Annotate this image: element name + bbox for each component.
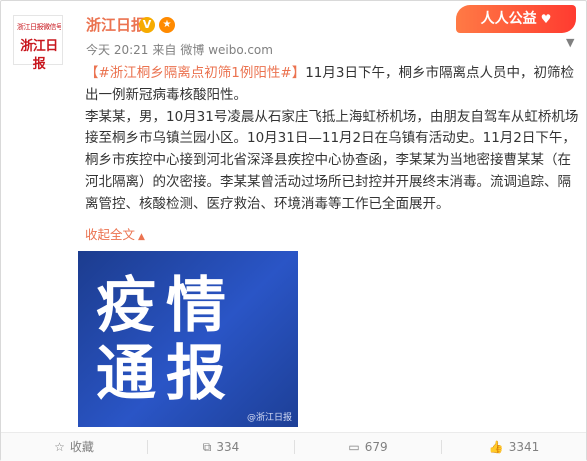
- post-paragraph-2: 李某某，男，10月31号凌晨从石家庄飞抵上海虹桥机场，由朋友自驾车从虹桥机场接至…: [85, 108, 579, 212]
- comment-icon: ▭: [348, 440, 360, 454]
- heart-icon: ♥: [540, 12, 552, 26]
- comment-button[interactable]: ▭ 679: [295, 433, 441, 461]
- post-image[interactable]: 疫情 通报 @浙江日报: [78, 251, 298, 427]
- thumbs-up-icon: 👍: [488, 440, 504, 454]
- post-source[interactable]: 微博 weibo.com: [180, 43, 273, 57]
- collapse-label: 收起全文: [85, 227, 136, 242]
- chevron-down-icon[interactable]: ▼: [566, 37, 578, 49]
- post-meta: 今天 20:21 来自 微博 weibo.com: [86, 42, 277, 58]
- image-text-line1: 疫情: [96, 271, 236, 341]
- comment-count: 679: [364, 440, 388, 454]
- medal-icon[interactable]: ★: [159, 17, 175, 33]
- repost-count: 334: [216, 440, 240, 454]
- repost-icon: ⧉: [202, 440, 212, 454]
- like-button[interactable]: 👍 3341: [442, 433, 586, 461]
- source-prefix: 来自: [152, 43, 177, 57]
- post-content: 【#浙江桐乡隔离点初筛1例阳性#】11月3日下午，桐乡市隔离点人员中，初筛检出一…: [85, 63, 579, 216]
- collapse-button[interactable]: 收起全文 ▲: [85, 226, 145, 246]
- post-time[interactable]: 今天 20:21: [86, 43, 148, 57]
- action-bar: ☆ 收藏 ⧉ 334 ▭ 679 👍 3341: [1, 432, 586, 461]
- weibo-card: 浙江日报微信号 浙江日报 浙江日报 V ★ 今天 20:21 来自 微博 weibo…: [0, 0, 587, 461]
- like-count: 3341: [508, 440, 540, 454]
- collect-button[interactable]: ☆ 收藏: [1, 433, 147, 461]
- chevron-up-icon: ▲: [138, 232, 145, 242]
- image-text-line2: 通报: [96, 339, 236, 409]
- repost-button[interactable]: ⧉ 334: [148, 433, 294, 461]
- collect-label: 收藏: [69, 440, 94, 454]
- avatar[interactable]: 浙江日报微信号 浙江日报: [13, 15, 63, 72]
- campaign-badge-label: 人人公益: [480, 11, 537, 27]
- topic-link[interactable]: 【#浙江桐乡隔离点初筛1例阳性#】: [85, 65, 305, 81]
- image-watermark: @浙江日报: [246, 413, 292, 423]
- verified-icon[interactable]: V: [139, 17, 155, 33]
- avatar-small-text: 浙江日报微信号: [17, 23, 61, 31]
- star-icon: ☆: [54, 440, 65, 454]
- avatar-logo-text: 浙江日报: [20, 39, 58, 72]
- campaign-badge[interactable]: 人人公益 ♥: [456, 5, 576, 33]
- author-name[interactable]: 浙江日报: [86, 15, 146, 35]
- post-paragraph-1: 【#浙江桐乡隔离点初筛1例阳性#】11月3日下午，桐乡市隔离点人员中，初筛检出一…: [85, 63, 579, 107]
